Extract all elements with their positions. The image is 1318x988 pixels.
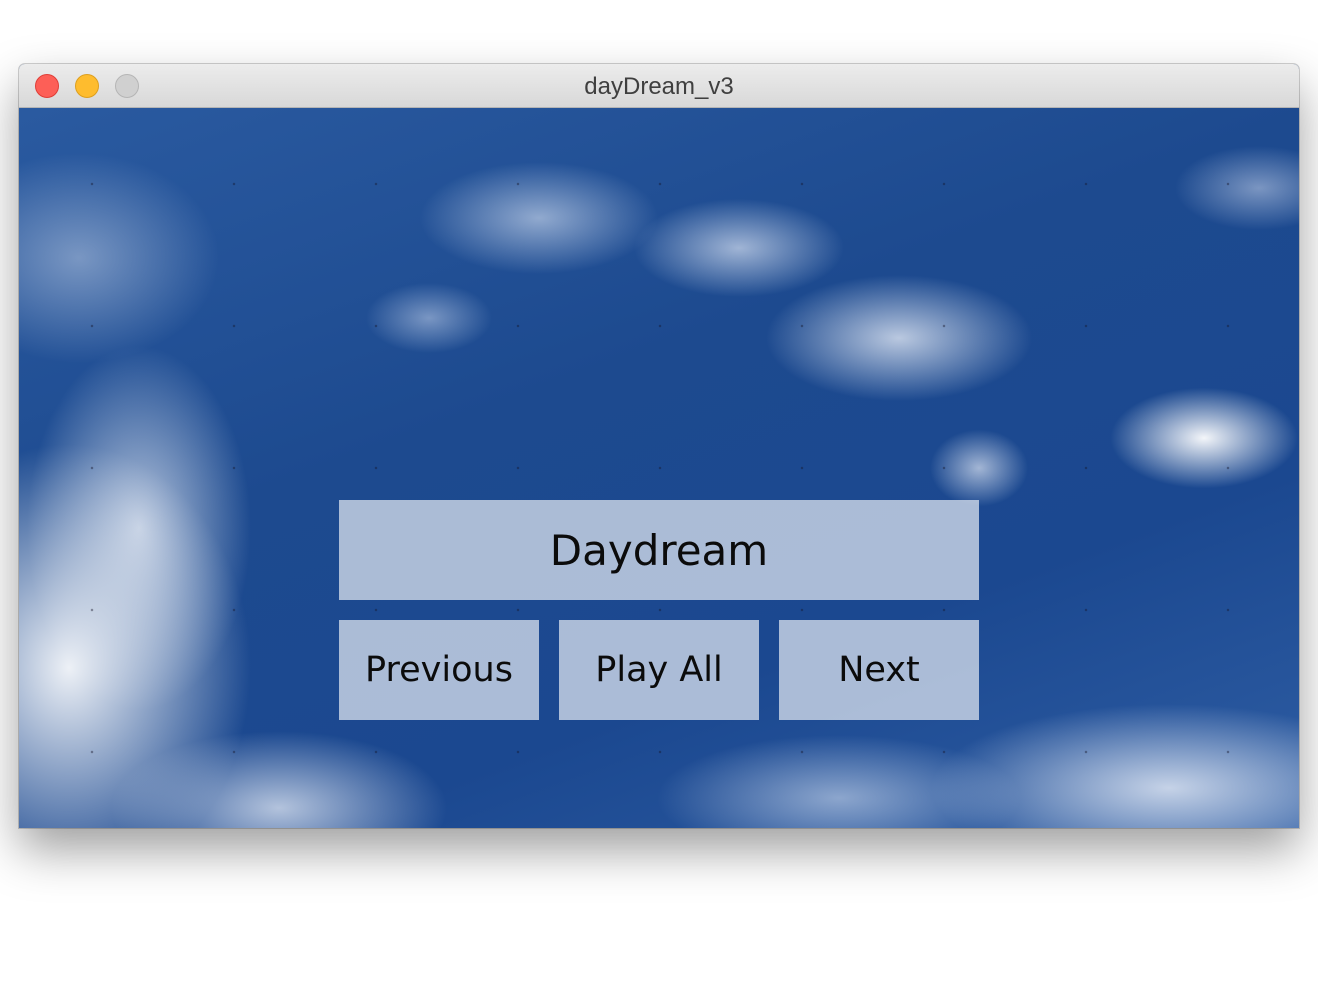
next-button-label: Next: [838, 650, 920, 690]
play-all-button-label: Play All: [595, 650, 723, 690]
play-all-button[interactable]: Play All: [559, 620, 759, 720]
app-window: dayDream_v3 Daydream Previous Play All N…: [19, 64, 1299, 828]
previous-button[interactable]: Previous: [339, 620, 539, 720]
title-bar[interactable]: dayDream_v3: [19, 64, 1299, 108]
next-button[interactable]: Next: [779, 620, 979, 720]
previous-button-label: Previous: [365, 650, 513, 690]
window-title: dayDream_v3: [584, 73, 734, 100]
daydream-title-label: Daydream: [549, 525, 769, 575]
daydream-title-button[interactable]: Daydream: [339, 500, 979, 600]
dot-grid-overlay: [19, 108, 1299, 828]
sky-video-background: Daydream Previous Play All Next: [19, 108, 1299, 828]
